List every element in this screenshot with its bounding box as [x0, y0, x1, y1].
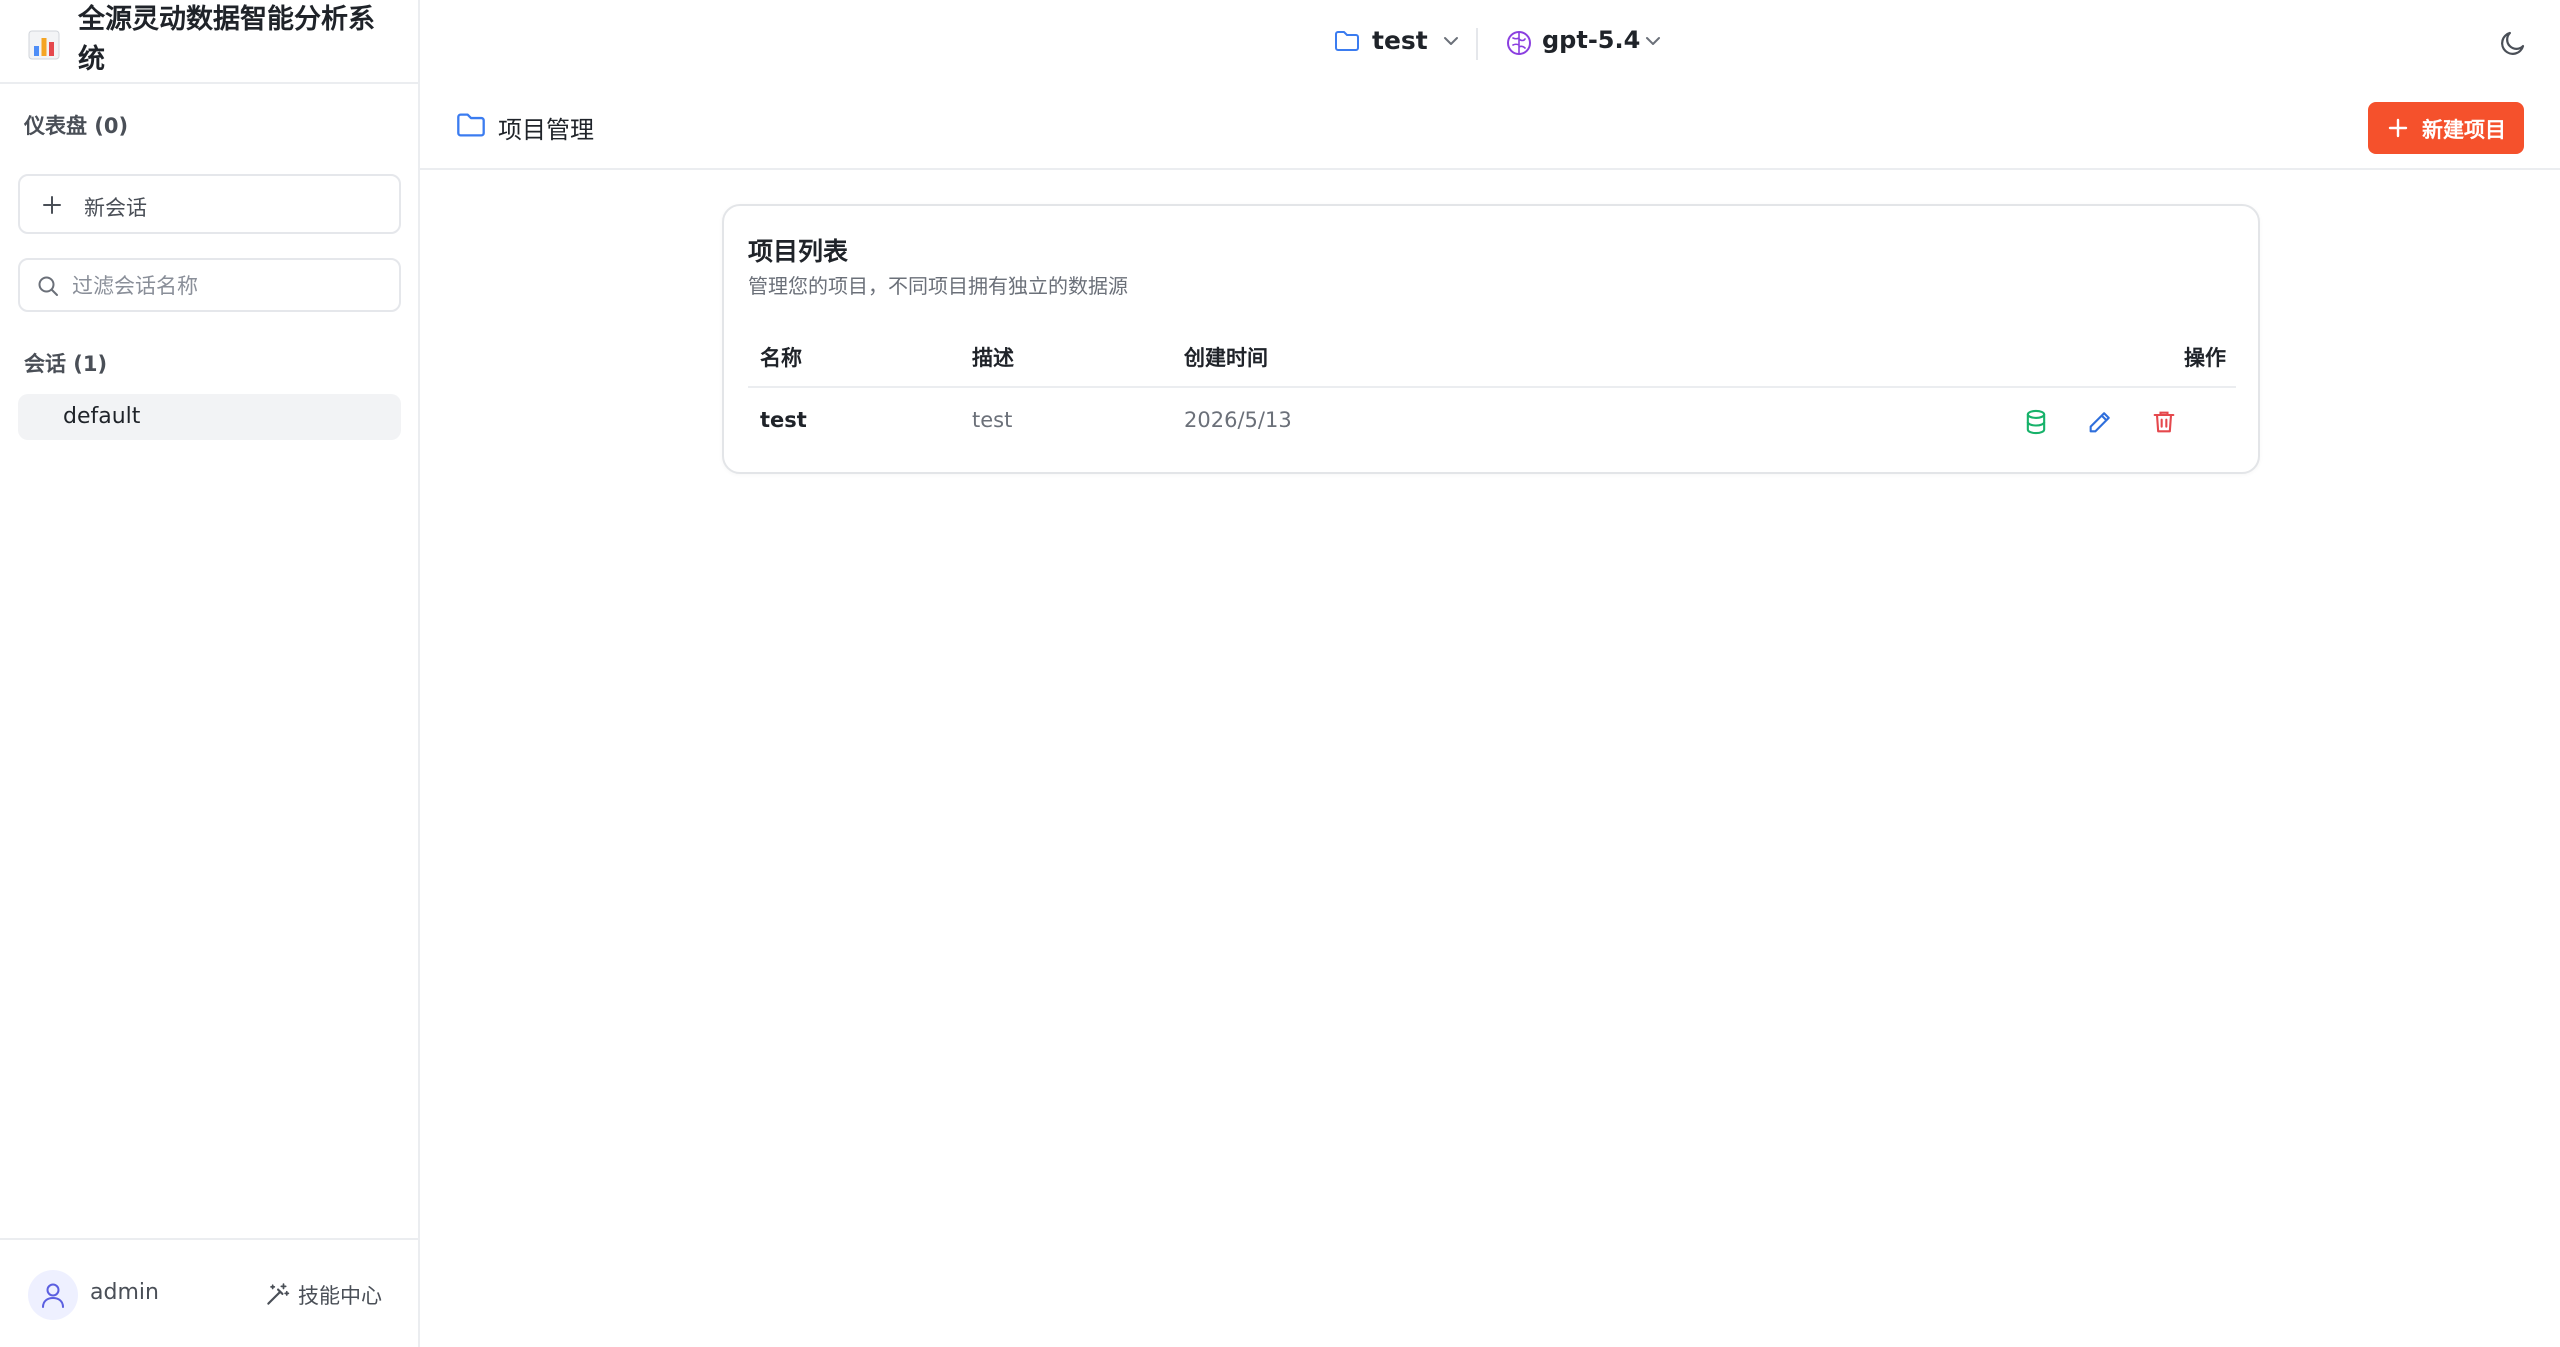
- model-selector-label: gpt-5.4: [1542, 26, 1641, 54]
- brand-title: 全源灵动数据智能分析系统: [78, 4, 375, 75]
- search-icon: [38, 276, 58, 296]
- conversation-filter-input[interactable]: [72, 270, 382, 302]
- sidebar: 全源灵动数据智能分析系统 仪表盘 (0) 新会话 会话 (1) default: [0, 0, 420, 1347]
- bar-chart-icon: [28, 30, 60, 60]
- table-row: test test 2026/5/13: [748, 390, 2236, 456]
- app-root: 全源灵动数据智能分析系统 仪表盘 (0) 新会话 会话 (1) default: [0, 0, 2560, 1347]
- folder-icon: [1335, 31, 1359, 51]
- new-chat-button[interactable]: 新会话: [18, 174, 401, 234]
- conversations-section-label: 会话 (1): [24, 352, 108, 376]
- dashboard-section-label[interactable]: 仪表盘 (0): [24, 110, 128, 140]
- table-header: 名称 描述 创建时间 操作: [748, 328, 2236, 388]
- moon-icon[interactable]: [2498, 28, 2528, 58]
- page-header: 项目管理 新建项目: [420, 86, 2560, 170]
- project-list-card: 项目列表 管理您的项目，不同项目拥有独立的数据源 名称 描述 创建时间 操作 t…: [722, 204, 2260, 474]
- top-bar-divider: [1476, 28, 1478, 60]
- conversation-item[interactable]: default: [18, 394, 401, 440]
- user-name[interactable]: admin: [90, 1280, 159, 1305]
- user-icon: [42, 1283, 64, 1308]
- chevron-down-icon: [1646, 37, 1660, 45]
- sidebar-footer: admin 技能中心: [0, 1238, 418, 1347]
- conversation-item-label: default: [63, 404, 141, 429]
- database-icon[interactable]: [2022, 408, 2050, 436]
- new-project-button[interactable]: 新建项目: [2368, 102, 2524, 154]
- column-header-created: 创建时间: [1184, 346, 1268, 370]
- page-title: 项目管理: [498, 116, 594, 144]
- card-subtitle: 管理您的项目，不同项目拥有独立的数据源: [748, 274, 1128, 298]
- column-header-description: 描述: [972, 346, 1014, 370]
- trash-icon[interactable]: [2150, 408, 2178, 436]
- column-header-actions: 操作: [2184, 346, 2226, 370]
- project-selector-label: test: [1372, 26, 1428, 55]
- project-name-cell: test: [760, 408, 807, 432]
- brand-header: 全源灵动数据智能分析系统: [0, 0, 418, 84]
- column-header-name: 名称: [760, 346, 802, 370]
- top-bar: test gpt-5.4: [420, 0, 2560, 86]
- plus-icon: [2388, 118, 2408, 138]
- chevron-down-icon: [1444, 37, 1458, 45]
- project-description-cell: test: [972, 408, 1013, 432]
- magic-wand-icon: [267, 1283, 290, 1305]
- plus-icon: [43, 196, 61, 214]
- new-chat-label: 新会话: [84, 196, 147, 220]
- card-title: 项目列表: [748, 237, 849, 266]
- avatar[interactable]: [28, 1270, 78, 1320]
- skill-center-label: 技能中心: [298, 1284, 382, 1308]
- conversation-filter: [18, 258, 401, 312]
- new-project-label: 新建项目: [2422, 118, 2506, 142]
- folder-icon: [457, 113, 485, 137]
- project-created-cell: 2026/5/13: [1184, 408, 1292, 432]
- brain-icon: [1507, 31, 1531, 55]
- pencil-icon[interactable]: [2086, 408, 2114, 436]
